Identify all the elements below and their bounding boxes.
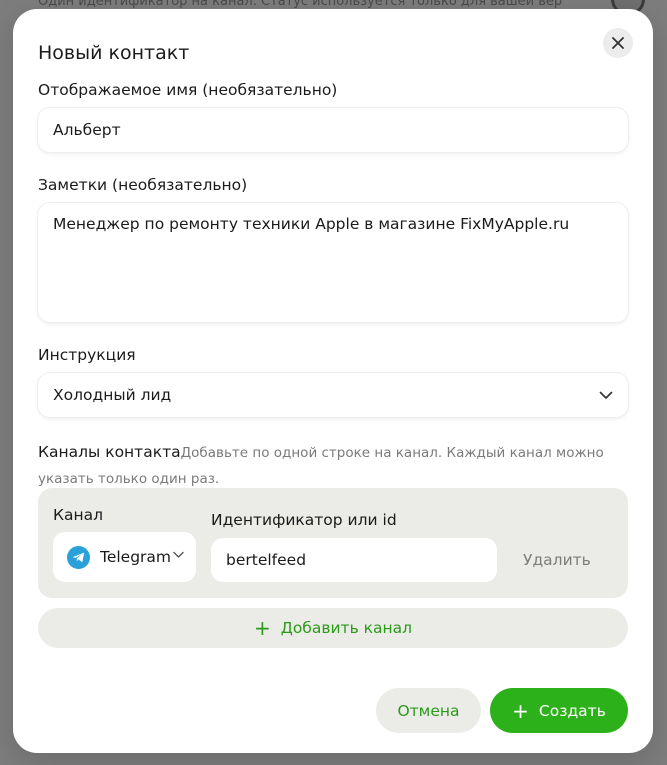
display-name-input[interactable]: Альберт (38, 108, 628, 152)
channels-label: Каналы контакта (38, 443, 181, 461)
instruction-label: Инструкция (38, 346, 136, 364)
new-contact-dialog: Новый контакт Отображаемое имя (необязат… (13, 9, 653, 753)
identifier-value: bertelfeed (226, 551, 307, 569)
instruction-value: Холодный лид (53, 386, 172, 404)
channel-column-label: Канал (53, 506, 104, 524)
cancel-button[interactable]: Отмена (376, 688, 481, 733)
plus-icon: + (253, 616, 271, 640)
notes-value: Менеджер по ремонту техники Apple в мага… (53, 215, 570, 233)
channel-row: Канал Идентификатор или id Telegram bert… (38, 488, 628, 598)
add-channel-label: Добавить канал (280, 619, 413, 637)
create-label: Создать (538, 701, 606, 720)
close-button[interactable] (603, 28, 633, 58)
close-icon (612, 37, 624, 49)
backdrop-text: Один идентификатор на канал. Статус испо… (38, 0, 563, 9)
display-name-value: Альберт (53, 121, 121, 139)
channels-header: Каналы контактаДобавьте по одной строке … (38, 440, 618, 492)
add-channel-button[interactable]: + Добавить канал (38, 608, 628, 648)
display-name-label: Отображаемое имя (необязательно) (38, 81, 338, 99)
instruction-select[interactable]: Холодный лид (38, 373, 628, 417)
plus-icon: + (512, 698, 529, 723)
chevron-down-icon (599, 391, 613, 400)
notes-textarea[interactable]: Менеджер по ремонту техники Apple в мага… (38, 203, 628, 322)
channel-select[interactable]: Telegram (53, 532, 196, 582)
identifier-input[interactable]: bertelfeed (211, 538, 497, 582)
telegram-icon (67, 545, 90, 569)
delete-channel-button[interactable]: Удалить (523, 551, 591, 569)
create-button[interactable]: + Создать (490, 688, 628, 733)
channel-value: Telegram (100, 548, 172, 566)
dialog-title: Новый контакт (38, 42, 190, 64)
identifier-column-label: Идентификатор или id (211, 511, 397, 529)
chevron-down-icon (173, 551, 184, 559)
notes-label: Заметки (необязательно) (38, 176, 248, 194)
